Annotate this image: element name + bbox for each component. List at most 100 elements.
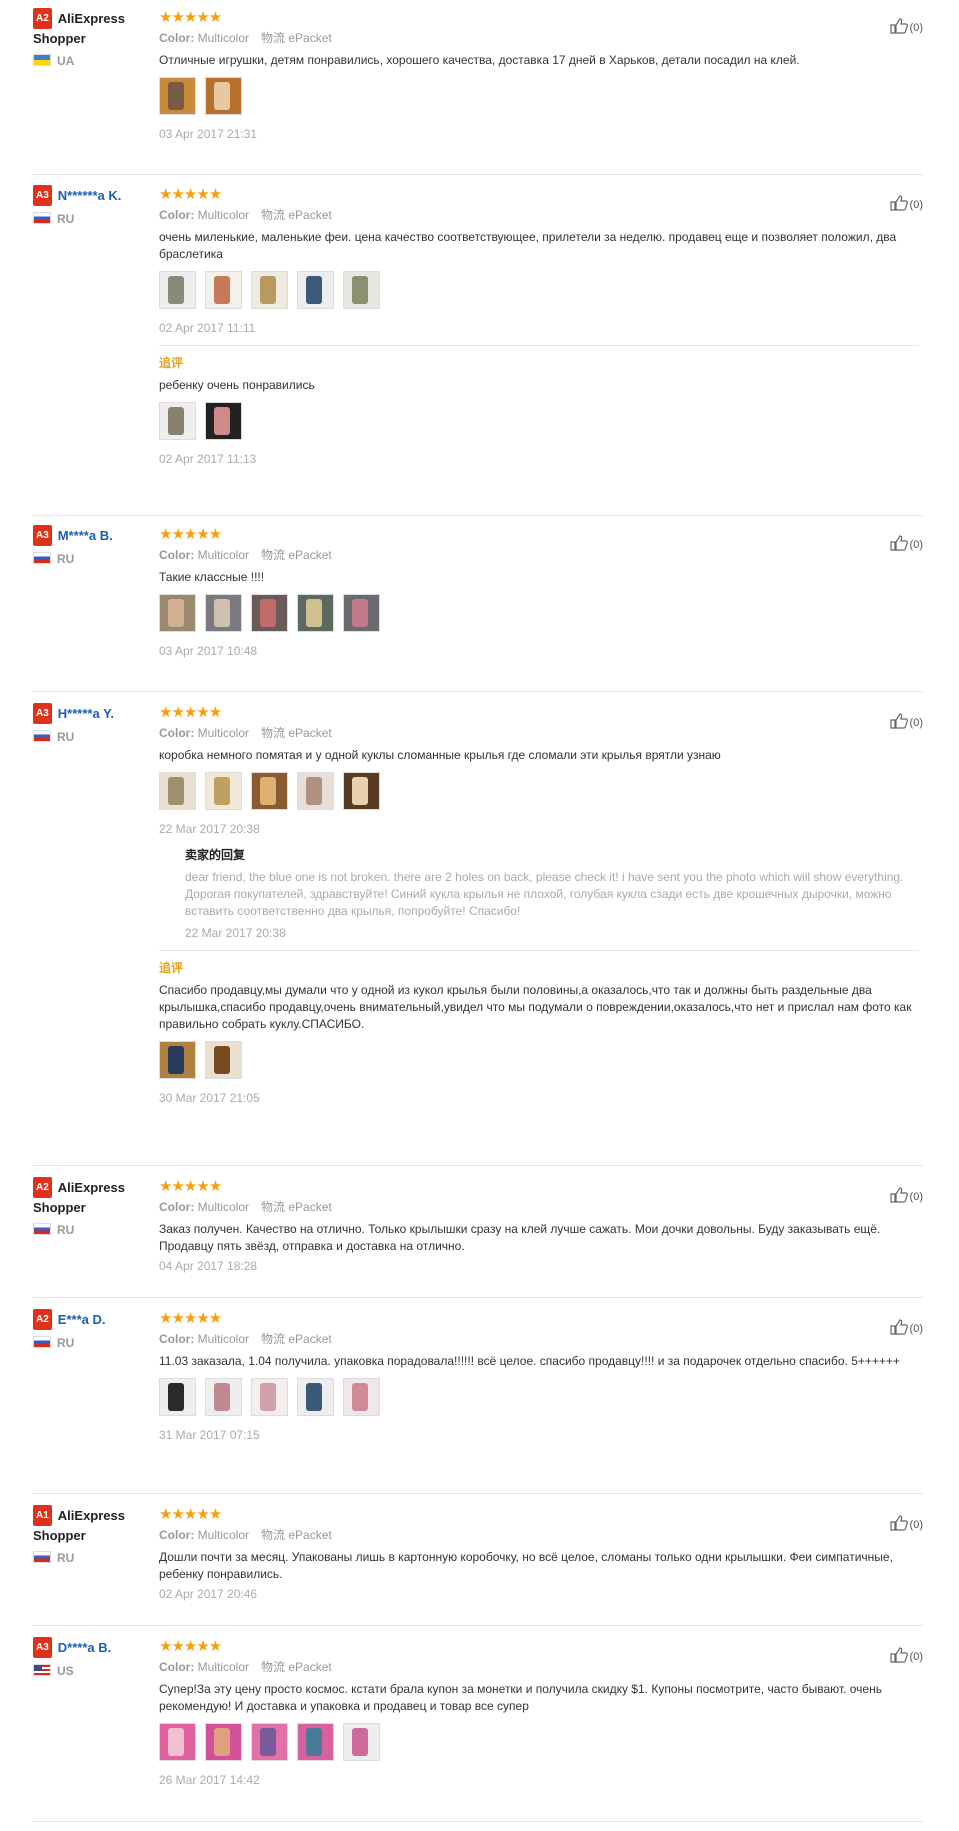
buyer-level-badge: A3 [33, 1637, 52, 1658]
thumbs-up-icon [889, 195, 908, 211]
like-button[interactable]: (0) [889, 713, 923, 729]
review-item: A3 D****a B. US ★★★★★ Color: Multicolor 物流… [33, 1637, 923, 1822]
star-rating: ★★★★★ [159, 8, 222, 26]
text-label: 02 Apr 2017 11:13 [159, 452, 257, 466]
review-photo[interactable] [297, 594, 335, 632]
text-label: 卖家的回复 [185, 848, 246, 862]
text-label: Multicolor [197, 1528, 250, 1542]
text-label: (0) [909, 1191, 923, 1203]
review-photo[interactable] [251, 1723, 289, 1761]
text-label: Color: [159, 31, 195, 45]
review-photo[interactable] [205, 1378, 243, 1416]
review-date: 03 Apr 2017 21:31 [159, 127, 258, 141]
country: UA [33, 54, 153, 68]
like-button[interactable]: (0) [889, 1515, 923, 1531]
text-label: 物流 ePacket [261, 548, 332, 562]
text-label: Color: [159, 726, 195, 740]
review-photo[interactable] [205, 271, 243, 309]
review-photo[interactable] [205, 1041, 243, 1079]
star-rating: ★★★★★ [159, 525, 222, 543]
buyer-level-badge: A2 [33, 1309, 52, 1330]
buyer-level-badge: A1 [33, 1505, 52, 1526]
review-photo[interactable] [159, 1378, 196, 1416]
buyer-level-badge: A2 [33, 1177, 52, 1198]
review-text: 11.03 заказала, 1.04 получила. упаковка … [159, 1354, 900, 1368]
text-label: (0) [909, 199, 923, 211]
reviewer-name: M****a B. [57, 528, 113, 543]
review-photo[interactable] [297, 772, 335, 810]
review-date: 03 Apr 2017 10:48 [159, 644, 258, 658]
star-rating: ★★★★★ [159, 1309, 222, 1327]
review-text: коробка немного помятая и у одной куклы … [159, 748, 721, 762]
review-photo[interactable] [251, 271, 289, 309]
seller-reply: 卖家的回复 dear friend, the blue one is not b… [185, 846, 919, 940]
review-photo[interactable] [297, 1723, 335, 1761]
review-photo[interactable] [205, 1723, 243, 1761]
review-text: Дошли почти за месяц. Упакованы лишь в к… [159, 1550, 893, 1581]
text-label: (0) [909, 717, 923, 729]
like-button[interactable]: (0) [889, 1319, 923, 1335]
review-photo[interactable] [159, 271, 196, 309]
thumbs-up-icon [889, 1187, 908, 1203]
text-label: (0) [909, 539, 923, 551]
text-label: (0) [909, 1519, 923, 1531]
review-photo[interactable] [343, 1378, 381, 1416]
like-button[interactable]: (0) [889, 18, 923, 34]
review-date: 04 Apr 2017 18:28 [159, 1259, 258, 1273]
review-photo[interactable] [159, 1041, 196, 1079]
text-label: 物流 ePacket [261, 1332, 332, 1346]
country: RU [33, 212, 153, 226]
review-item: A2 AliExpress Shopper RU ★★★★★ Color: Mul… [33, 1177, 923, 1298]
review-photo[interactable] [343, 271, 381, 309]
star-rating: ★★★★★ [159, 1637, 222, 1655]
text-label: Color: [159, 1660, 195, 1674]
review-item: A2 AliExpress Shopper UA ★★★★★ Color: Mul… [33, 8, 923, 175]
thumbs-up-icon [889, 1647, 908, 1663]
thumbs-up-icon [889, 535, 908, 551]
like-button[interactable]: (0) [889, 535, 923, 551]
country-code: UA [57, 54, 75, 68]
flag-ru-icon [33, 212, 51, 224]
review-photo[interactable] [343, 594, 381, 632]
review-photo[interactable] [205, 402, 243, 440]
review-photo[interactable] [159, 772, 196, 810]
review-photo[interactable] [251, 594, 289, 632]
text-label: (0) [909, 22, 923, 34]
text-label: US [57, 1664, 74, 1678]
review-photo[interactable] [159, 594, 196, 632]
text-label: Color: [159, 208, 195, 222]
like-button[interactable]: (0) [889, 195, 923, 211]
order-info: Color: Multicolor 物流 ePacket [159, 29, 919, 46]
review-photo[interactable] [251, 772, 289, 810]
text-label: RU [57, 1223, 75, 1237]
text-label: 物流 ePacket [261, 1660, 332, 1674]
text-label: Multicolor [197, 548, 250, 562]
review-photo[interactable] [297, 1378, 335, 1416]
like-button[interactable]: (0) [889, 1647, 923, 1663]
review-photo[interactable] [297, 271, 335, 309]
text-label: Multicolor [197, 31, 250, 45]
text-label: Multicolor [197, 726, 250, 740]
reviewer-name: D****a B. [57, 1640, 112, 1655]
star-rating: ★★★★★ [159, 185, 222, 203]
text-label: RU [57, 1551, 75, 1565]
review-photo[interactable] [251, 1378, 289, 1416]
thumbs-up-icon [889, 713, 908, 729]
review-photo[interactable] [159, 402, 196, 440]
review-photo[interactable] [205, 772, 243, 810]
review-photos [159, 77, 919, 117]
review-text: Отличные игрушки, детям понравились, хор… [159, 53, 800, 67]
review-photo[interactable] [159, 1723, 196, 1761]
flag-us-icon [33, 1664, 51, 1676]
text-label: Color: [159, 1528, 195, 1542]
review-photo[interactable] [159, 77, 196, 115]
text-label: 30 Mar 2017 21:05 [159, 1091, 260, 1105]
text-label: 物流 ePacket [261, 208, 332, 222]
text-label: Спасибо продавцу,мы думали что у одной и… [159, 983, 912, 1031]
like-button[interactable]: (0) [889, 1187, 923, 1203]
review-photo[interactable] [343, 1723, 381, 1761]
review-photo[interactable] [343, 772, 381, 810]
review-photo[interactable] [205, 594, 243, 632]
reviewer-info: A3 N******a K. RU [33, 185, 153, 226]
review-photo[interactable] [205, 77, 243, 115]
